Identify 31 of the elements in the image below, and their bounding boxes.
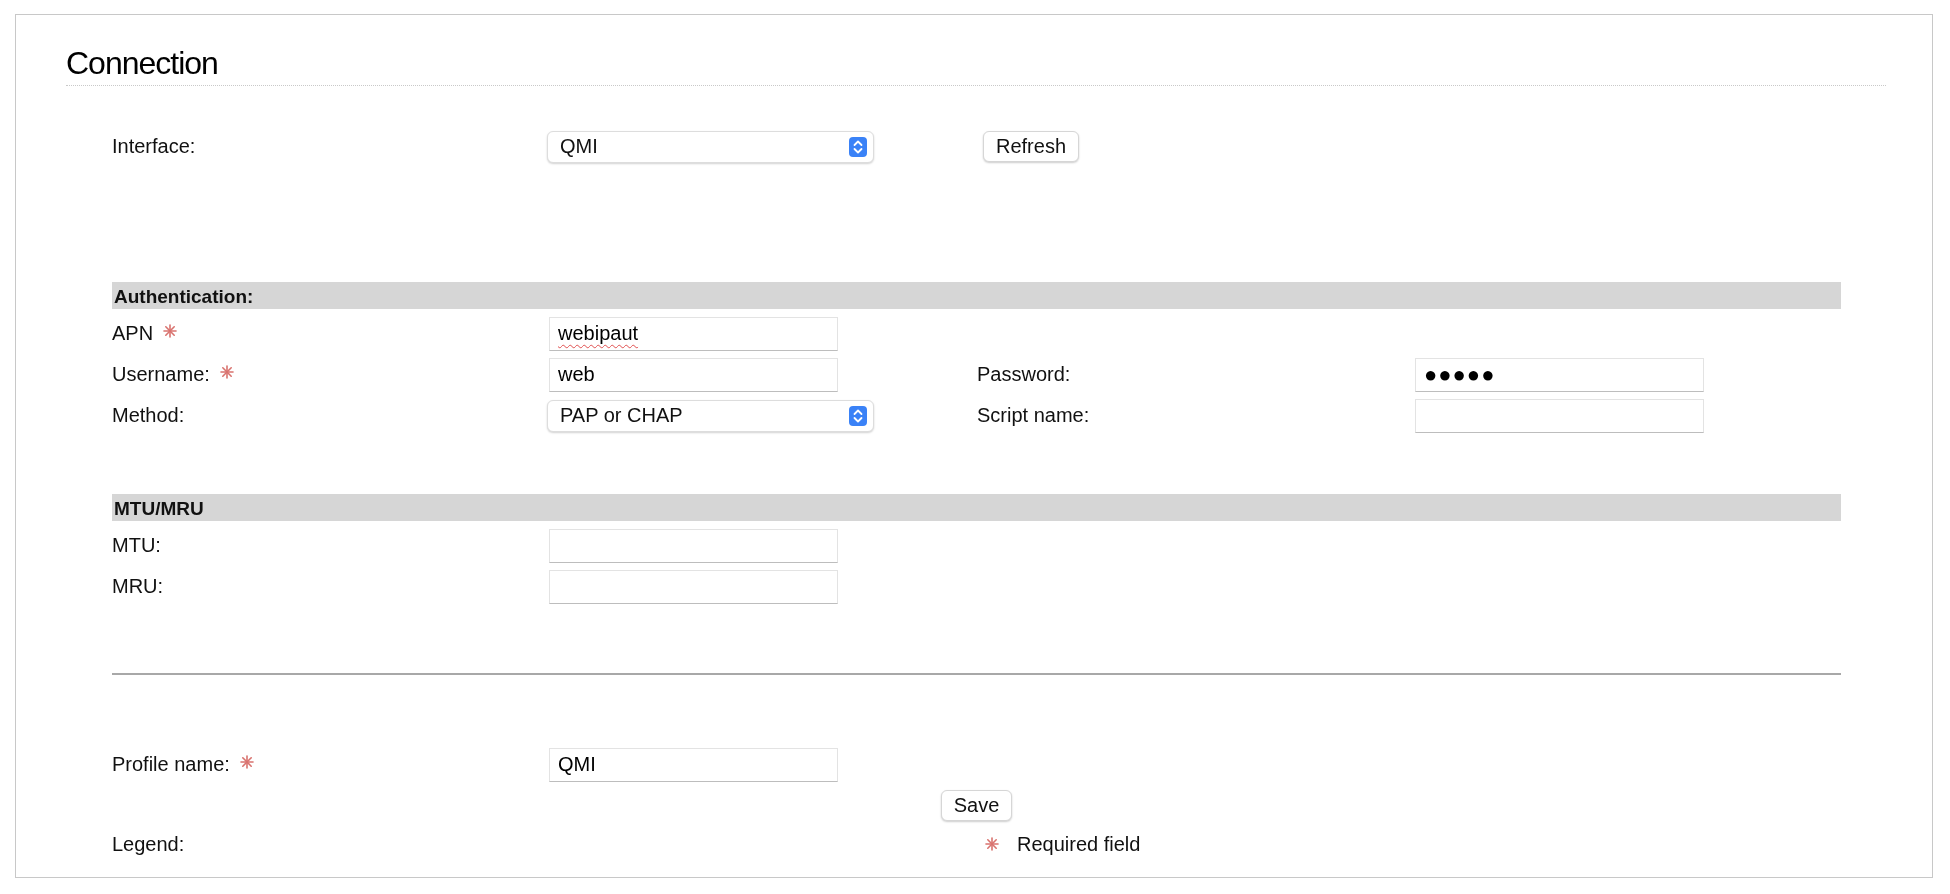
field-label: Password:	[977, 363, 1071, 386]
legend-text: Required field	[1017, 832, 1141, 856]
field-label: Interface:	[112, 135, 196, 158]
text-input-field[interactable]: web	[549, 357, 838, 392]
required-asterisk-icon	[163, 324, 178, 338]
interface-select[interactable]: QMI	[547, 130, 874, 163]
dropdown-select[interactable]: PAP or CHAP	[547, 399, 874, 432]
field-label: Script name:	[977, 404, 1090, 427]
text-input-field[interactable]: QMI	[549, 747, 838, 782]
password-field[interactable]: ●●●●●	[1415, 357, 1704, 392]
save-button[interactable]: Save	[940, 789, 1013, 821]
required-asterisk-icon	[239, 755, 254, 769]
field-label: MTU:	[112, 534, 161, 557]
text-input-field[interactable]	[549, 569, 838, 604]
text-input-field[interactable]	[1415, 398, 1704, 433]
refresh-button[interactable]: Refresh	[983, 131, 1080, 162]
field-label: Username:	[112, 363, 210, 386]
required-asterisk-icon	[985, 836, 999, 851]
field-label: Profile name:	[112, 753, 230, 776]
field-label: Method:	[112, 404, 185, 427]
required-asterisk-icon	[219, 365, 234, 379]
section-header: MTU/MRU	[112, 494, 1841, 521]
stepper-icon	[849, 405, 867, 426]
field-label: MRU:	[112, 575, 164, 598]
stepper-icon	[849, 136, 867, 157]
field-label: APN	[112, 322, 154, 345]
legend-label: Legend:	[112, 832, 185, 856]
page-title: Connection	[66, 43, 1886, 86]
text-input-field[interactable]	[549, 528, 838, 563]
section-header: Authentication:	[112, 282, 1841, 309]
text-input-field[interactable]: webipaut	[549, 316, 838, 351]
